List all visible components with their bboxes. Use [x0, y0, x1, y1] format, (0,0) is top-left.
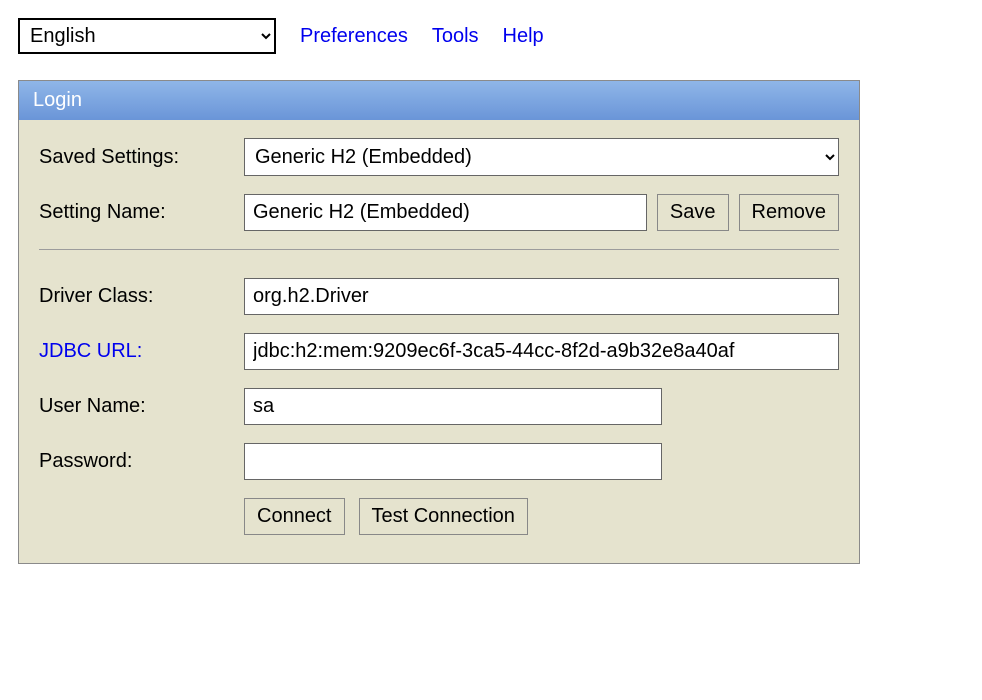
help-link[interactable]: Help	[503, 25, 544, 48]
setting-name-buttons: Save Remove	[657, 194, 839, 231]
test-connection-button[interactable]: Test Connection	[359, 498, 528, 535]
login-panel: Login Saved Settings: Generic H2 (Embedd…	[18, 80, 860, 564]
user-name-label: User Name:	[39, 395, 244, 418]
separator	[39, 249, 839, 250]
remove-button[interactable]: Remove	[739, 194, 839, 231]
save-button[interactable]: Save	[657, 194, 729, 231]
language-select[interactable]: English	[18, 18, 276, 54]
password-label: Password:	[39, 450, 244, 473]
jdbc-url-input[interactable]	[244, 333, 839, 370]
preferences-link[interactable]: Preferences	[300, 25, 408, 48]
panel-body: Saved Settings: Generic H2 (Embedded) Se…	[19, 120, 859, 563]
saved-settings-select[interactable]: Generic H2 (Embedded)	[244, 138, 839, 176]
jdbc-url-row: JDBC URL:	[39, 333, 839, 370]
jdbc-url-label[interactable]: JDBC URL:	[39, 340, 244, 363]
driver-class-row: Driver Class:	[39, 278, 839, 315]
connect-button[interactable]: Connect	[244, 498, 345, 535]
saved-settings-row: Saved Settings: Generic H2 (Embedded)	[39, 138, 839, 176]
action-buttons: Connect Test Connection	[244, 498, 839, 535]
password-input[interactable]	[244, 443, 662, 480]
jdbc-url-link-text: JDBC URL:	[39, 340, 142, 362]
driver-class-label: Driver Class:	[39, 285, 244, 308]
topbar: English Preferences Tools Help	[18, 18, 964, 54]
setting-name-row: Setting Name: Save Remove	[39, 194, 839, 231]
tools-link[interactable]: Tools	[432, 25, 479, 48]
driver-class-input[interactable]	[244, 278, 839, 315]
user-name-input[interactable]	[244, 388, 662, 425]
panel-title: Login	[19, 81, 859, 120]
setting-name-label: Setting Name:	[39, 201, 244, 224]
user-name-row: User Name:	[39, 388, 839, 425]
setting-name-input[interactable]	[244, 194, 647, 231]
password-row: Password:	[39, 443, 839, 480]
saved-settings-label: Saved Settings:	[39, 146, 244, 169]
